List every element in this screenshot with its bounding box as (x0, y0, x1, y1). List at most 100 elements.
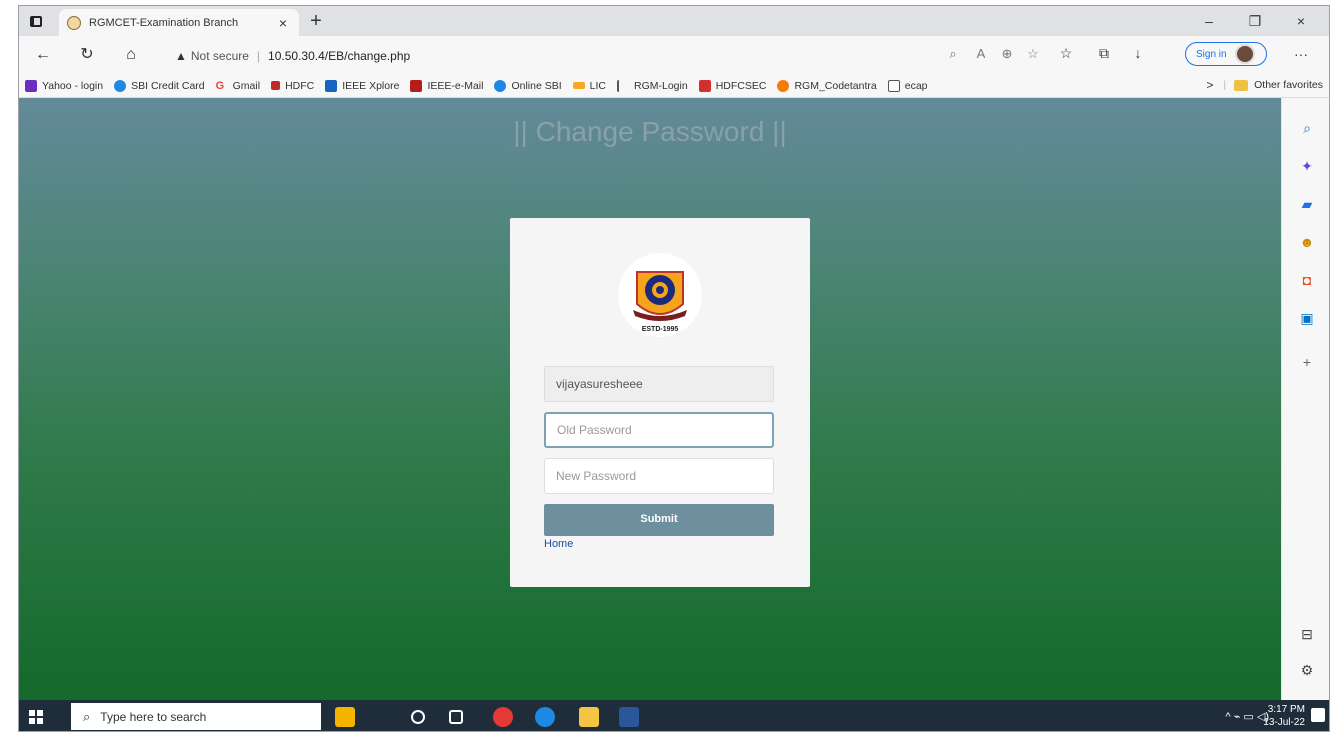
hdfc-icon (271, 81, 281, 90)
browser-tab[interactable]: RGMCET-Examination Branch × (59, 9, 299, 36)
windows-taskbar: ⌕ Type here to search ^ ⌁ ▭ ◁) 3:17 PM 1… (19, 700, 1329, 731)
tab-close-icon[interactable]: × (275, 15, 291, 31)
favorite-rgm-codetantra[interactable]: RGM_Codetantra (777, 79, 877, 92)
divider: | (1223, 79, 1227, 91)
favorite-sbi-credit-card[interactable]: SBI Credit Card (114, 79, 205, 92)
chrome-icon[interactable] (493, 707, 513, 727)
restore-button[interactable]: ❐ (1235, 11, 1275, 31)
favorite-label: Yahoo - login (42, 79, 104, 92)
weather-icon[interactable] (335, 707, 355, 727)
favorites-bar: Yahoo - login SBI Credit Card G Gmail HDF… (19, 74, 1329, 98)
favorite-star-icon[interactable]: ☆ (1023, 46, 1043, 62)
favorite-label: IEEE-e-Mail (427, 79, 484, 92)
favorite-label: Online SBI (511, 79, 562, 92)
office-icon[interactable]: ◘ (1297, 270, 1317, 290)
new-password-field[interactable]: New Password (544, 458, 774, 494)
url-text: 10.50.30.4/EB/change.php (268, 49, 411, 63)
mail-icon (25, 79, 37, 92)
file-explorer-icon[interactable] (579, 707, 599, 727)
favorites-overflow: > | Other favorites (1206, 78, 1323, 92)
edge-sidebar: ⌕ ✦ ▰ ☻ ◘ ▣ + ⊟ ⚙ (1281, 98, 1329, 700)
favorite-label: HDFC (285, 79, 315, 92)
sign-in-label: Sign in (1196, 48, 1227, 60)
warning-icon: ▲ (175, 49, 187, 63)
shopping-icon[interactable]: ▰ (1297, 194, 1317, 214)
sbi-icon (114, 79, 127, 92)
settings-gear-icon[interactable]: ⚙ (1297, 660, 1317, 680)
favorite-label: ecap (904, 79, 928, 92)
codetantra-icon (777, 79, 790, 92)
collections-icon[interactable]: ⧉ (1093, 45, 1115, 62)
page-content: || Change Password || ESTD-1995 vijayasu… (19, 98, 1281, 700)
favorites-icon[interactable]: ☆ (1055, 45, 1077, 62)
minimize-button[interactable]: – (1189, 11, 1229, 31)
page-icon (887, 79, 900, 92)
favorite-rgm-login[interactable]: RGM-Login (617, 79, 688, 92)
favorite-label: RGM-Login (634, 79, 688, 92)
sbi-icon (494, 79, 507, 92)
notification-icon[interactable] (1311, 708, 1325, 722)
discover-icon[interactable]: ✦ (1297, 156, 1317, 176)
home-link[interactable]: Home (544, 538, 573, 550)
site-favicon-icon (67, 15, 81, 30)
favorite-ecap[interactable]: ecap (887, 79, 928, 92)
word-icon[interactable] (619, 707, 639, 727)
clock-time: 3:17 PM (1267, 704, 1305, 715)
home-icon[interactable]: ⌂ (121, 45, 141, 65)
ieee-icon (325, 79, 338, 92)
google-icon: G (215, 79, 225, 92)
ieee-mail-icon (410, 79, 423, 92)
back-icon[interactable]: ← (33, 45, 53, 65)
taskbar-clock[interactable]: 3:17 PM 13-Jul-22 (1263, 703, 1305, 729)
username-value: vijayasuresheee (556, 377, 643, 391)
add-icon[interactable]: + (1297, 352, 1317, 372)
other-favorites-link[interactable]: Other favorites (1254, 79, 1323, 91)
old-password-field[interactable]: Old Password (544, 412, 774, 448)
search-icon[interactable]: ⌕ (943, 46, 963, 62)
favorite-label: HDFCSEC (715, 79, 767, 92)
favorite-lic[interactable]: LIC (572, 80, 606, 92)
change-password-card: ESTD-1995 vijayasuresheee Old Password N… (510, 218, 810, 587)
address-toolbar: ← ↻ ⌂ ▲ Not secure | 10.50.30.4/EB/chang… (19, 36, 1329, 74)
favorite-online-sbi[interactable]: Online SBI (494, 79, 562, 92)
hdfcsec-icon (698, 79, 711, 92)
chevron-right-icon[interactable]: > (1206, 78, 1213, 92)
favorite-yahoo[interactable]: Yahoo - login (25, 79, 104, 92)
security-status: Not secure (190, 49, 249, 63)
read-aloud-icon[interactable]: A (971, 46, 991, 61)
profile-avatar (1234, 44, 1255, 64)
refresh-icon[interactable]: ↻ (77, 45, 97, 65)
outlook-icon[interactable]: ▣ (1297, 308, 1317, 328)
tab-title: RGMCET-Examination Branch (89, 16, 239, 29)
favorite-ieee-xplore[interactable]: IEEE Xplore (325, 79, 399, 92)
favorite-gmail[interactable]: G Gmail (216, 80, 260, 92)
college-logo: ESTD-1995 (618, 253, 702, 337)
people-icon[interactable]: ☻ (1297, 232, 1317, 252)
favorite-hdfcsec[interactable]: HDFCSEC (698, 79, 767, 92)
username-field[interactable]: vijayasuresheee (544, 366, 774, 402)
download-icon[interactable]: ↓ (1127, 45, 1149, 61)
page-title: || Change Password || (513, 116, 787, 147)
task-view-icon[interactable] (449, 710, 463, 724)
sidebar-toggle-icon[interactable]: ⊟ (1297, 624, 1317, 644)
taskbar-search[interactable]: ⌕ Type here to search (71, 703, 321, 730)
zoom-icon[interactable]: ⊕ (997, 46, 1017, 62)
new-password-placeholder: New Password (556, 469, 637, 483)
old-password-placeholder: Old Password (557, 423, 632, 437)
windows-start-icon[interactable] (29, 710, 43, 724)
tab-actions-icon[interactable] (27, 12, 45, 30)
search-icon: ⌕ (83, 708, 91, 724)
submit-button[interactable]: Submit (544, 504, 774, 536)
more-menu-icon[interactable]: ··· (1294, 46, 1308, 62)
new-tab-button[interactable]: + (305, 10, 327, 32)
close-window-button[interactable]: × (1281, 11, 1321, 31)
favorite-label: SBI Credit Card (131, 79, 205, 92)
sign-in-button[interactable]: Sign in (1185, 42, 1267, 66)
search-icon[interactable]: ⌕ (1297, 118, 1317, 138)
favorite-ieee-email[interactable]: IEEE-e-Mail (410, 79, 484, 92)
edge-icon[interactable] (535, 707, 555, 727)
favorite-label: RGM_Codetantra (794, 79, 877, 92)
cortana-icon[interactable] (411, 710, 425, 724)
favorite-hdfc[interactable]: HDFC (271, 80, 314, 92)
browser-window: RGMCET-Examination Branch × + – ❐ × ← ↻ … (18, 5, 1330, 732)
